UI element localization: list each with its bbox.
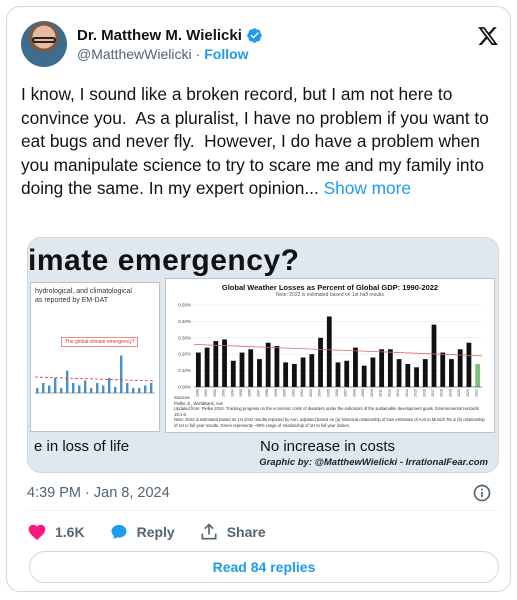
verified-badge-icon	[247, 27, 262, 43]
bar	[431, 324, 437, 387]
left-bar	[66, 370, 69, 393]
bar	[475, 364, 481, 387]
loss-gdp-chart: 0.50%0.40%0.30%0.20%0.10%0.00%1990 1991 19…	[178, 303, 483, 397]
left-bar	[84, 380, 87, 393]
bar	[466, 342, 472, 387]
caption-left: e in loss of life	[34, 438, 130, 455]
left-bar	[150, 383, 153, 393]
bar	[422, 359, 428, 387]
bar	[414, 367, 419, 387]
graphic-credit: Graphic by: @MatthewWielicki - Irrationa…	[259, 457, 488, 468]
y-tick-label: 0.10%	[178, 368, 191, 373]
reply-label: Reply	[136, 524, 175, 540]
y-tick-label: 0.40%	[178, 319, 191, 324]
bar	[361, 365, 367, 387]
divider	[27, 510, 499, 511]
info-icon[interactable]	[472, 483, 492, 503]
tweet-body: I know, I sound like a broken record, bu…	[21, 84, 494, 198]
reply-bubble-icon	[111, 524, 127, 540]
left-bar	[144, 385, 147, 393]
bar	[405, 364, 411, 387]
bar	[222, 339, 227, 387]
bar	[344, 360, 350, 387]
left-bar	[108, 378, 111, 393]
chart-title: Global Weather Losses as Percent of Glob…	[221, 283, 439, 292]
share-button[interactable]: Share	[199, 522, 266, 542]
left-bar	[138, 388, 141, 393]
left-bar	[42, 383, 45, 393]
share-upload-icon	[201, 523, 217, 540]
like-button[interactable]: 1.6K	[27, 522, 85, 542]
tweet-card: Dr. Matthew M. Wielicki @MatthewWielicki…	[6, 6, 511, 592]
y-tick-label: 0.30%	[178, 335, 191, 340]
bar	[239, 352, 245, 387]
chart-notes: Sources: Pielke Jr., WorldBank, Aon Upda…	[174, 395, 485, 428]
bar	[370, 357, 376, 387]
author-handle[interactable]: @MatthewWielicki	[77, 46, 192, 62]
bar	[326, 316, 332, 387]
bar	[335, 362, 341, 387]
bar	[265, 342, 271, 387]
x-logo-icon[interactable]	[477, 25, 499, 47]
y-tick-label: 0.50%	[178, 303, 191, 308]
bar	[387, 349, 393, 387]
left-chart-panel: hydrological, and climatological as repo…	[30, 282, 160, 432]
tweet-text: I know, I sound like a broken record, bu…	[21, 83, 501, 201]
show-more-link[interactable]: Show more	[324, 178, 411, 198]
bar	[274, 346, 280, 387]
tweet-media-image[interactable]: imate emergency? hydrological, and clima…	[27, 237, 499, 473]
left-bar	[120, 355, 123, 393]
left-bar	[132, 388, 135, 393]
bar	[257, 359, 262, 387]
read-replies-button[interactable]: Read 84 replies	[29, 551, 499, 583]
bar	[291, 364, 297, 387]
separator-dot: ·	[195, 46, 201, 62]
bar	[353, 347, 358, 387]
bar	[300, 357, 306, 387]
tweet-actions: 1.6K Reply Share	[27, 521, 290, 543]
chart-subtitle: Note: 2022 is estimated based on 1st hal…	[275, 292, 385, 298]
left-bar	[90, 388, 93, 393]
left-bar	[54, 378, 57, 393]
caption-mid: No increase in costs	[260, 438, 396, 455]
like-count: 1.6K	[55, 524, 85, 540]
left-bar	[114, 387, 117, 393]
bar	[230, 360, 236, 387]
author-handle-row: @MatthewWielicki · Follow	[77, 46, 249, 62]
bar	[440, 352, 446, 387]
left-bar	[96, 383, 99, 393]
left-chart	[34, 355, 156, 394]
left-bar	[72, 383, 75, 393]
share-label: Share	[226, 524, 266, 540]
bar	[396, 359, 402, 387]
author-name-row: Dr. Matthew M. Wielicki	[77, 25, 263, 45]
bar	[318, 337, 323, 387]
reply-button[interactable]: Reply	[109, 522, 175, 542]
tweet-header: Dr. Matthew M. Wielicki @MatthewWielicki…	[21, 19, 499, 69]
left-bar	[102, 385, 105, 393]
bar	[204, 347, 210, 387]
bar	[195, 352, 201, 387]
left-bar	[126, 383, 129, 393]
left-bar	[60, 388, 63, 393]
left-bar	[36, 388, 39, 393]
heart-icon	[28, 524, 46, 540]
bar	[213, 341, 219, 387]
bar	[283, 362, 289, 387]
loss-gdp-chart-panel: Global Weather Losses as Percent of Glob…	[165, 278, 495, 433]
follow-button[interactable]: Follow	[204, 46, 248, 62]
bar	[248, 349, 254, 387]
y-tick-label: 0.20%	[178, 352, 191, 357]
left-bar	[78, 385, 81, 393]
avatar[interactable]	[21, 21, 67, 67]
left-bar	[48, 385, 51, 393]
left-trend-line	[34, 376, 156, 382]
y-tick-label: 0.00%	[178, 385, 191, 390]
media-headline: imate emergency?	[28, 244, 300, 277]
bar	[309, 354, 315, 387]
bar	[379, 349, 385, 387]
bar	[449, 359, 454, 387]
author-name[interactable]: Dr. Matthew M. Wielicki	[77, 27, 242, 44]
tweet-timestamp[interactable]: 4:39 PM · Jan 8, 2024	[27, 485, 170, 501]
